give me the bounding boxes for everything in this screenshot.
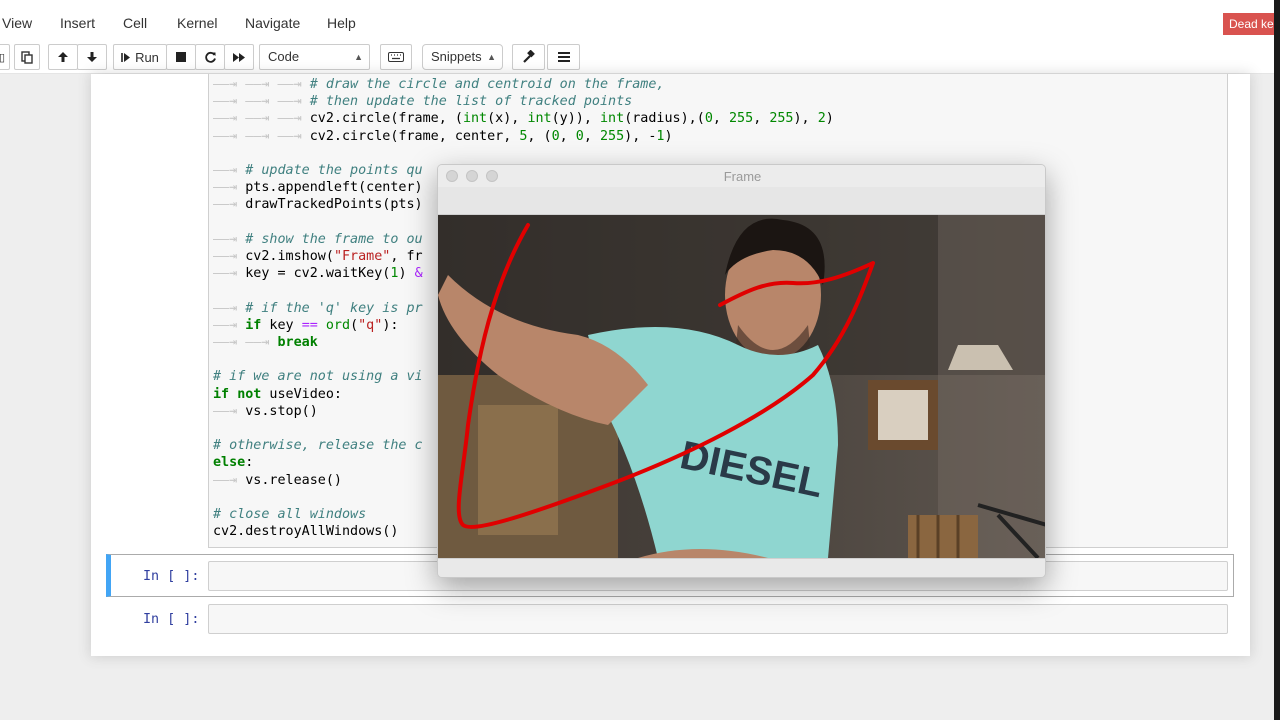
menu-insert[interactable]: Insert xyxy=(60,15,95,31)
restart-button[interactable] xyxy=(195,44,225,70)
code-line: ——⇥ drawTrackedPoints(pts) xyxy=(213,197,423,213)
restart-run-all-button[interactable] xyxy=(224,44,254,70)
snippets-select[interactable]: Snippets ▲▼ xyxy=(422,44,503,86)
window-edge xyxy=(1274,0,1280,720)
gavel-icon xyxy=(522,50,535,63)
code-line: ——⇥ # update the points qu xyxy=(213,163,423,179)
code-line: ——⇥ ——⇥ break xyxy=(213,335,318,351)
menu-view[interactable]: View xyxy=(2,15,32,31)
cell-type-select[interactable]: Code ▲▼ xyxy=(259,44,370,86)
camera-image: DIESEL xyxy=(438,215,1045,560)
toolbar: ▯ Run Code ▲▼ Snippets ▲▼ xyxy=(0,40,1280,86)
list-button[interactable] xyxy=(547,44,580,70)
interrupt-button[interactable] xyxy=(166,44,196,70)
code-line: ——⇥ ——⇥ ——⇥ cv2.circle(frame, (int(x), i… xyxy=(213,111,834,127)
code-line: # otherwise, release the c xyxy=(213,438,423,454)
frame-window[interactable]: Frame DIESEL xyxy=(437,164,1046,578)
menu-help[interactable]: Help xyxy=(327,15,356,31)
command-palette-button[interactable] xyxy=(380,44,412,70)
frame-title: Frame xyxy=(723,169,762,184)
frame-titlebar[interactable]: Frame xyxy=(438,165,1045,187)
kernel-status-badge[interactable]: Dead kernel xyxy=(1223,13,1280,35)
code-line: ——⇥ vs.stop() xyxy=(213,403,318,419)
code-line: cv2.destroyAllWindows() xyxy=(213,524,399,540)
cell-input-2[interactable] xyxy=(208,604,1228,634)
code-line: ——⇥ ——⇥ ——⇥ # then update the list of tr… xyxy=(213,94,633,110)
code-line: ——⇥ if key == ord("q"): xyxy=(213,317,399,333)
code-line: # close all windows xyxy=(213,507,367,523)
fast-forward-icon xyxy=(233,52,245,62)
frame-toolbar xyxy=(438,187,1045,215)
arrow-up-icon xyxy=(58,52,68,62)
paste-icon xyxy=(21,50,33,64)
code-line: ——⇥ vs.release() xyxy=(213,472,342,488)
snippets-value: Snippets xyxy=(431,49,482,64)
cell-prompt-1: In [ ]: xyxy=(143,569,200,584)
code-line: ——⇥ ——⇥ ——⇥ cv2.circle(frame, center, 5,… xyxy=(213,128,673,144)
stop-icon xyxy=(176,52,186,62)
code-line: ——⇥ pts.appendleft(center) xyxy=(213,180,423,196)
cut-icon: ▯ xyxy=(0,51,6,64)
tools-button[interactable] xyxy=(512,44,545,70)
code-line: else: xyxy=(213,455,254,471)
code-line: # if we are not using a vi xyxy=(213,369,423,385)
menu-kernel[interactable]: Kernel xyxy=(177,15,217,31)
code-line: ——⇥ key = cv2.waitKey(1) & xyxy=(213,266,423,282)
code-line: if not useVideo: xyxy=(213,386,342,402)
frame-statusbar xyxy=(438,558,1045,577)
keyboard-icon xyxy=(388,52,404,62)
paste-button[interactable] xyxy=(14,44,40,70)
code-line: ——⇥ cv2.imshow("Frame", fr xyxy=(213,249,423,265)
video-frame: DIESEL xyxy=(438,215,1045,560)
step-forward-icon xyxy=(121,52,131,62)
cell-type-value: Code xyxy=(268,49,300,64)
arrow-down-icon xyxy=(87,52,97,62)
code-line: ——⇥ # if the 'q' key is pr xyxy=(213,300,423,316)
cut-button[interactable]: ▯ xyxy=(0,44,10,70)
code-line: ——⇥ ——⇥ ——⇥ # draw the circle and centro… xyxy=(213,77,665,92)
run-button[interactable]: Run xyxy=(113,44,167,70)
list-icon xyxy=(557,52,570,62)
code-line: ——⇥ # show the frame to ou xyxy=(213,231,423,247)
move-up-button[interactable] xyxy=(48,44,78,70)
refresh-icon xyxy=(204,51,216,63)
menu-navigate[interactable]: Navigate xyxy=(245,15,300,31)
move-down-button[interactable] xyxy=(77,44,107,70)
menu-cell[interactable]: Cell xyxy=(123,15,147,31)
cell-prompt-2: In [ ]: xyxy=(143,612,200,627)
run-label: Run xyxy=(135,49,159,65)
